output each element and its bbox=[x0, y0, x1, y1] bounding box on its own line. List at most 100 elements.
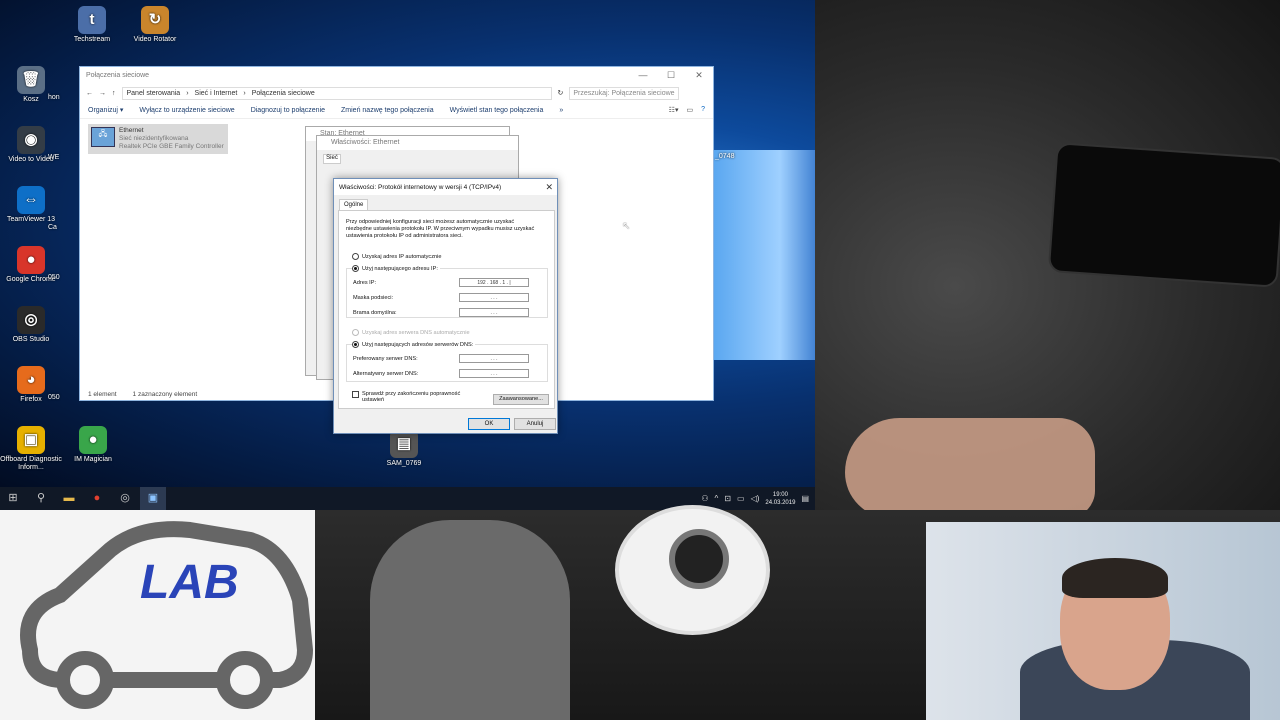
gateway-input[interactable]: . . . bbox=[459, 308, 529, 317]
desktop-icon-label: Video to Video bbox=[8, 156, 54, 163]
desktop-icon-obs[interactable]: ◎ OBS Studio bbox=[0, 306, 66, 344]
preferred-dns-input[interactable]: . . . bbox=[459, 354, 529, 363]
up-arrow-icon[interactable]: ↑ bbox=[112, 90, 116, 97]
radio-auto-ip[interactable]: Uzyskaj adres IP automatycznie bbox=[352, 253, 442, 260]
breadcrumb-item[interactable]: Sieć i Internet bbox=[195, 90, 238, 97]
person-icon[interactable]: ⚇ bbox=[701, 494, 708, 503]
film-reel-icon: ◉ bbox=[17, 126, 45, 154]
tab-general[interactable]: Ogólne bbox=[339, 199, 369, 210]
partial-icon-label: WE bbox=[48, 154, 60, 161]
search-icon[interactable]: ⚲ bbox=[28, 487, 54, 510]
radio-auto-dns[interactable]: Uzyskaj adres serwera DNS automatycznie bbox=[352, 329, 470, 336]
desktop-icon-teamviewer[interactable]: ⇔ TeamViewer 13 bbox=[0, 186, 66, 224]
back-arrow-icon[interactable]: ← bbox=[86, 90, 93, 97]
more-commands-button[interactable]: » bbox=[559, 107, 563, 114]
volume-icon[interactable]: ◁) bbox=[751, 494, 760, 503]
webcam-overlay bbox=[926, 522, 1280, 720]
refresh-icon[interactable]: ↻ bbox=[558, 89, 564, 97]
clock-time: 19:00 bbox=[772, 491, 788, 498]
partial-icon-label: 050 bbox=[48, 394, 60, 401]
breadcrumb-item[interactable]: Panel sterowania bbox=[127, 90, 181, 97]
help-icon[interactable]: ? bbox=[701, 106, 705, 114]
field-label: Alternatywny serwer DNS: bbox=[353, 370, 419, 377]
start-windows-icon[interactable]: ⊞ bbox=[0, 487, 26, 510]
close-icon[interactable]: ✕ bbox=[685, 70, 713, 81]
minimize-icon[interactable]: — bbox=[629, 70, 657, 81]
partial-icon-label: 050 bbox=[48, 274, 60, 281]
connection-name: Ethernet bbox=[119, 127, 144, 134]
ethernet-connection-item[interactable]: 🖧 Ethernet Sieć niezidentyfikowana Realt… bbox=[88, 124, 228, 154]
clock[interactable]: 19:00 24.03.2019 bbox=[765, 491, 795, 507]
breadcrumb[interactable]: Panel sterowania › Sieć i Internet › Połąc… bbox=[121, 86, 552, 100]
field-label: Brama domyślna: bbox=[353, 309, 397, 316]
network-icon[interactable]: ⊡ bbox=[724, 494, 731, 503]
view-options-icon[interactable]: ☷▾ bbox=[669, 106, 679, 114]
ip-address-input[interactable]: 192 . 168 . 1 . | bbox=[459, 278, 529, 287]
checkbox-box bbox=[352, 391, 359, 398]
close-icon[interactable]: ✕ bbox=[545, 182, 553, 193]
smartphone-in-photo bbox=[1047, 142, 1280, 288]
desktop-icon-video-rotator[interactable]: ↻ Video Rotator bbox=[120, 6, 190, 44]
status-bar: 1 element 1 zaznaczony element bbox=[88, 391, 197, 398]
maximize-icon[interactable]: ☐ bbox=[657, 70, 685, 81]
cancel-button[interactable]: Anuluj bbox=[514, 418, 556, 430]
desktop-icon-label: Video Rotator bbox=[133, 36, 177, 43]
arm-in-photo bbox=[370, 520, 570, 720]
command-bar: Organizuj ▾ Wyłącz to urządzenie sieciow… bbox=[80, 102, 713, 119]
alternate-dns-row: Alternatywny serwer DNS: . . . bbox=[353, 369, 529, 378]
disable-device-button[interactable]: Wyłącz to urządzenie sieciowe bbox=[139, 107, 234, 114]
search-placeholder: Przeszukaj: Połączenia sieciowe bbox=[573, 89, 675, 97]
file-explorer-icon[interactable]: ▬ bbox=[56, 487, 82, 510]
desktop-icon-label: OBS Studio bbox=[12, 336, 50, 343]
chevron-up-icon[interactable]: ^ bbox=[715, 494, 719, 503]
wallpaper-light-beam bbox=[714, 150, 815, 360]
desktop-icon-label: Firefox bbox=[20, 396, 42, 403]
organize-menu[interactable]: Organizuj ▾ bbox=[88, 106, 123, 114]
search-input[interactable]: Przeszukaj: Połączenia sieciowe bbox=[569, 86, 680, 100]
radio-manual-ip[interactable]: Użyj następującego adresu IP: bbox=[352, 265, 440, 272]
dialog-titlebar: Właściwości: Protokół internetowy w wers… bbox=[334, 179, 557, 195]
radio-manual-dns[interactable]: Użyj następujących adresów serwerów DNS: bbox=[352, 341, 476, 348]
obs-taskbar-icon[interactable]: ◎ bbox=[112, 487, 138, 510]
forward-arrow-icon[interactable]: → bbox=[99, 90, 106, 97]
validate-settings-checkbox[interactable]: Sprawdź przy zakończeniu poprawność usta… bbox=[352, 391, 472, 403]
radio-circle bbox=[352, 253, 359, 260]
clock-date: 24.03.2019 bbox=[765, 499, 796, 506]
rename-button[interactable]: Zmień nazwę tego połączenia bbox=[341, 107, 434, 114]
desktop-icon-techstream[interactable]: t Techstream bbox=[57, 6, 127, 44]
desktop-icon-sam-0769[interactable]: ▤ SAM_0769 bbox=[369, 430, 439, 468]
im-magician-icon: ● bbox=[79, 426, 107, 454]
radio-circle bbox=[352, 329, 359, 336]
alternate-dns-input[interactable]: . . . bbox=[459, 369, 529, 378]
camera-lens bbox=[669, 529, 729, 589]
field-label: Preferowany serwer DNS: bbox=[353, 355, 418, 362]
field-label: Adres IP: bbox=[353, 279, 377, 286]
dialog-title: Właściwości: Ethernet bbox=[317, 136, 518, 150]
tab-network[interactable]: Sieć bbox=[323, 154, 341, 164]
chrome-icon: ● bbox=[17, 246, 45, 274]
chrome-taskbar-icon[interactable]: ● bbox=[84, 487, 110, 510]
techstream-icon: t bbox=[78, 6, 106, 34]
display-icon[interactable]: ▭ bbox=[737, 494, 745, 503]
ok-button[interactable]: OK bbox=[468, 418, 510, 430]
advanced-button[interactable]: Zaawansowane... bbox=[493, 394, 549, 405]
network-window-taskbar-icon[interactable]: ▣ bbox=[140, 487, 166, 510]
person-hair bbox=[1062, 558, 1168, 598]
radio-circle-selected bbox=[352, 341, 359, 348]
logo-text: LAB bbox=[140, 556, 239, 609]
system-tray: ⚇ ^ ⊡ ▭ ◁) 19:00 24.03.2019 ▤ bbox=[701, 487, 815, 510]
mouse-cursor-icon: ↖ bbox=[622, 221, 631, 232]
diagnose-button[interactable]: Diagnozuj to połączenie bbox=[251, 107, 325, 114]
video-rotator-icon: ↻ bbox=[141, 6, 169, 34]
item-count: 1 element bbox=[88, 391, 117, 398]
radio-label: Uzyskaj adres serwera DNS automatycznie bbox=[362, 329, 470, 336]
view-status-button[interactable]: Wyświetl stan tego połączenia bbox=[450, 107, 544, 114]
subnet-mask-input[interactable]: . . . bbox=[459, 293, 529, 302]
hand-in-photo bbox=[845, 418, 1095, 518]
general-tab-panel: Przy odpowiedniej konfiguracji sieci moż… bbox=[338, 210, 555, 409]
notifications-icon[interactable]: ▤ bbox=[801, 494, 809, 503]
breadcrumb-item[interactable]: Połączenia sieciowe bbox=[252, 90, 315, 97]
preview-pane-icon[interactable]: ▭ bbox=[686, 106, 693, 114]
desktop-icon-im-magician[interactable]: ● IM Magician bbox=[58, 426, 128, 464]
desktop-icon-offboard[interactable]: ▣ Offboard Diagnostic Inform... bbox=[0, 426, 66, 472]
